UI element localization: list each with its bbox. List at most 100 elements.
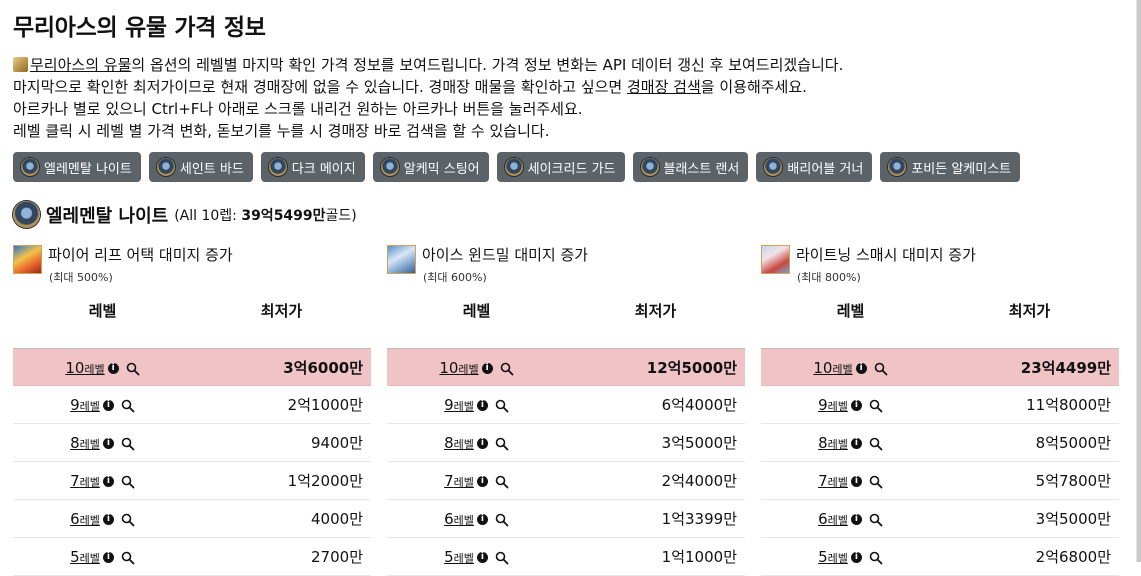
- search-icon[interactable]: [874, 361, 888, 376]
- auction-search-link[interactable]: 경매장 검색: [627, 78, 701, 96]
- level-link[interactable]: 6레벨: [818, 510, 848, 528]
- level-number: 10: [439, 359, 459, 377]
- description-line-2: 마지막으로 확인한 최저가이므로 현재 경매장에 없을 수 있습니다. 경매장 …: [13, 76, 843, 98]
- level-link[interactable]: 5레벨: [818, 548, 848, 566]
- level-link[interactable]: 10레벨: [65, 359, 104, 377]
- info-icon[interactable]: i: [107, 362, 119, 374]
- scrollbar-thumb[interactable]: [1136, 0, 1141, 562]
- info-icon[interactable]: i: [476, 475, 488, 487]
- level-cell: 9레벨 i: [13, 386, 192, 424]
- search-icon[interactable]: [121, 512, 135, 527]
- arcana-button[interactable]: 포비든 알케미스트: [880, 152, 1021, 182]
- level-number: 5: [70, 548, 80, 566]
- section-total-suffix: 골드): [325, 207, 357, 224]
- arcana-button-bar: 엘레멘탈 나이트 세인트 바드 다크 메이지 알케믹 스팅어 세이크리드 가드 블래스트 …: [13, 152, 1021, 182]
- level-number: 5: [818, 548, 828, 566]
- level-link[interactable]: 6레벨: [70, 510, 100, 528]
- info-icon[interactable]: i: [850, 399, 862, 411]
- arcana-emblem-icon: [380, 158, 399, 176]
- search-icon[interactable]: [869, 512, 883, 527]
- option-column: 라이트닝 스매시 대미지 증가 (최대 800%) 레벨 최저가 10레벨 i 23억449…: [761, 244, 1119, 576]
- arcana-button[interactable]: 세인트 바드: [148, 152, 253, 182]
- level-link[interactable]: 6레벨: [444, 510, 474, 528]
- price-cell: 3억6000만: [283, 359, 363, 377]
- info-icon[interactable]: i: [102, 399, 114, 411]
- table-row: 5레벨 i 2억6800만: [761, 538, 1119, 576]
- info-icon[interactable]: i: [855, 362, 867, 374]
- level-link[interactable]: 7레벨: [818, 472, 848, 490]
- level-link[interactable]: 5레벨: [444, 548, 474, 566]
- arcana-button[interactable]: 블래스트 랜서: [632, 152, 749, 182]
- info-icon[interactable]: i: [476, 551, 488, 563]
- arcana-emblem-icon: [21, 158, 39, 176]
- info-icon[interactable]: i: [102, 551, 114, 563]
- level-unit: 레벨: [79, 476, 100, 489]
- level-link[interactable]: 5레벨: [70, 548, 100, 566]
- lightning-smash-skill-icon: [761, 245, 790, 274]
- level-link[interactable]: 10레벨: [813, 359, 852, 377]
- level-unit: 레벨: [79, 514, 100, 527]
- arcana-button[interactable]: 다크 메이지: [260, 152, 365, 182]
- search-icon[interactable]: [121, 398, 135, 413]
- level-cell: 10레벨 i: [761, 349, 940, 387]
- section-total: (All 10렙: 39억5499만골드): [174, 205, 357, 225]
- relic-link[interactable]: 무리아스의 유물: [30, 56, 131, 74]
- description-line-4: 레벨 클릭 시 레벨 별 가격 변화, 돋보기를 누를 시 경매장 바로 검색을…: [13, 122, 550, 140]
- search-icon[interactable]: [495, 512, 509, 527]
- option-name: 아이스 윈드밀 대미지 증가: [422, 246, 589, 264]
- fire-leap-skill-icon: [13, 245, 42, 274]
- table-row: 9레벨 i 11억8000만: [761, 386, 1119, 424]
- arcana-button-label: 포비든 알케미스트: [911, 161, 1012, 177]
- search-icon[interactable]: [121, 436, 135, 451]
- info-icon[interactable]: i: [850, 513, 862, 525]
- search-icon[interactable]: [495, 436, 509, 451]
- level-link[interactable]: 8레벨: [444, 434, 474, 452]
- level-unit: 레벨: [827, 552, 848, 565]
- option-column: 파이어 리프 어택 대미지 증가 (최대 500%) 레벨 최저가 10레벨 i 3억600…: [13, 244, 371, 576]
- level-link[interactable]: 7레벨: [70, 472, 100, 490]
- search-icon[interactable]: [869, 398, 883, 413]
- search-icon[interactable]: [495, 474, 509, 489]
- section-title: 엘레멘탈 나이트: [46, 205, 169, 227]
- arcana-button[interactable]: 엘레멘탈 나이트: [13, 152, 141, 182]
- level-link[interactable]: 7레벨: [444, 472, 474, 490]
- arcana-button-label: 블래스트 랜서: [663, 161, 740, 177]
- info-icon[interactable]: i: [850, 437, 862, 449]
- level-link[interactable]: 8레벨: [818, 434, 848, 452]
- section-header: 엘레멘탈 나이트 (All 10렙: 39억5499만골드): [13, 201, 357, 228]
- level-link[interactable]: 8레벨: [70, 434, 100, 452]
- info-icon[interactable]: i: [850, 551, 862, 563]
- info-icon[interactable]: i: [476, 399, 488, 411]
- search-icon[interactable]: [869, 474, 883, 489]
- arcana-button-label: 배리어블 거너: [787, 161, 864, 177]
- search-icon[interactable]: [121, 474, 135, 489]
- info-icon[interactable]: i: [476, 437, 488, 449]
- search-icon[interactable]: [495, 398, 509, 413]
- search-icon[interactable]: [500, 361, 514, 376]
- price-cell: 2700만: [311, 548, 363, 566]
- level-number: 5: [444, 548, 454, 566]
- level-link[interactable]: 9레벨: [818, 396, 848, 414]
- arcana-button[interactable]: 세이크리드 가드: [496, 152, 625, 182]
- search-icon[interactable]: [126, 361, 140, 376]
- level-cell: 5레벨 i: [387, 538, 566, 576]
- level-unit: 레벨: [453, 514, 474, 527]
- info-icon[interactable]: i: [481, 362, 493, 374]
- description-text-1: 의 옵션의 레벨별 마지막 확인 가격 정보를 보여드립니다. 가격 정보 변화…: [131, 56, 844, 74]
- info-icon[interactable]: i: [102, 513, 114, 525]
- info-icon[interactable]: i: [102, 437, 114, 449]
- info-icon[interactable]: i: [850, 475, 862, 487]
- level-unit: 레벨: [453, 400, 474, 413]
- info-icon[interactable]: i: [476, 513, 488, 525]
- level-cell: 9레벨 i: [387, 386, 566, 424]
- arcana-button[interactable]: 알케믹 스팅어: [372, 152, 489, 182]
- table-row: 5레벨 i 2700만: [13, 538, 371, 576]
- info-icon[interactable]: i: [102, 475, 114, 487]
- arcana-emblem-icon: [888, 158, 907, 176]
- option-max: (최대 500%): [49, 271, 113, 284]
- level-link[interactable]: 9레벨: [444, 396, 474, 414]
- level-link[interactable]: 10레벨: [439, 359, 478, 377]
- level-link[interactable]: 9레벨: [70, 396, 100, 414]
- arcana-button[interactable]: 배리어블 거너: [756, 152, 873, 182]
- search-icon[interactable]: [869, 436, 883, 451]
